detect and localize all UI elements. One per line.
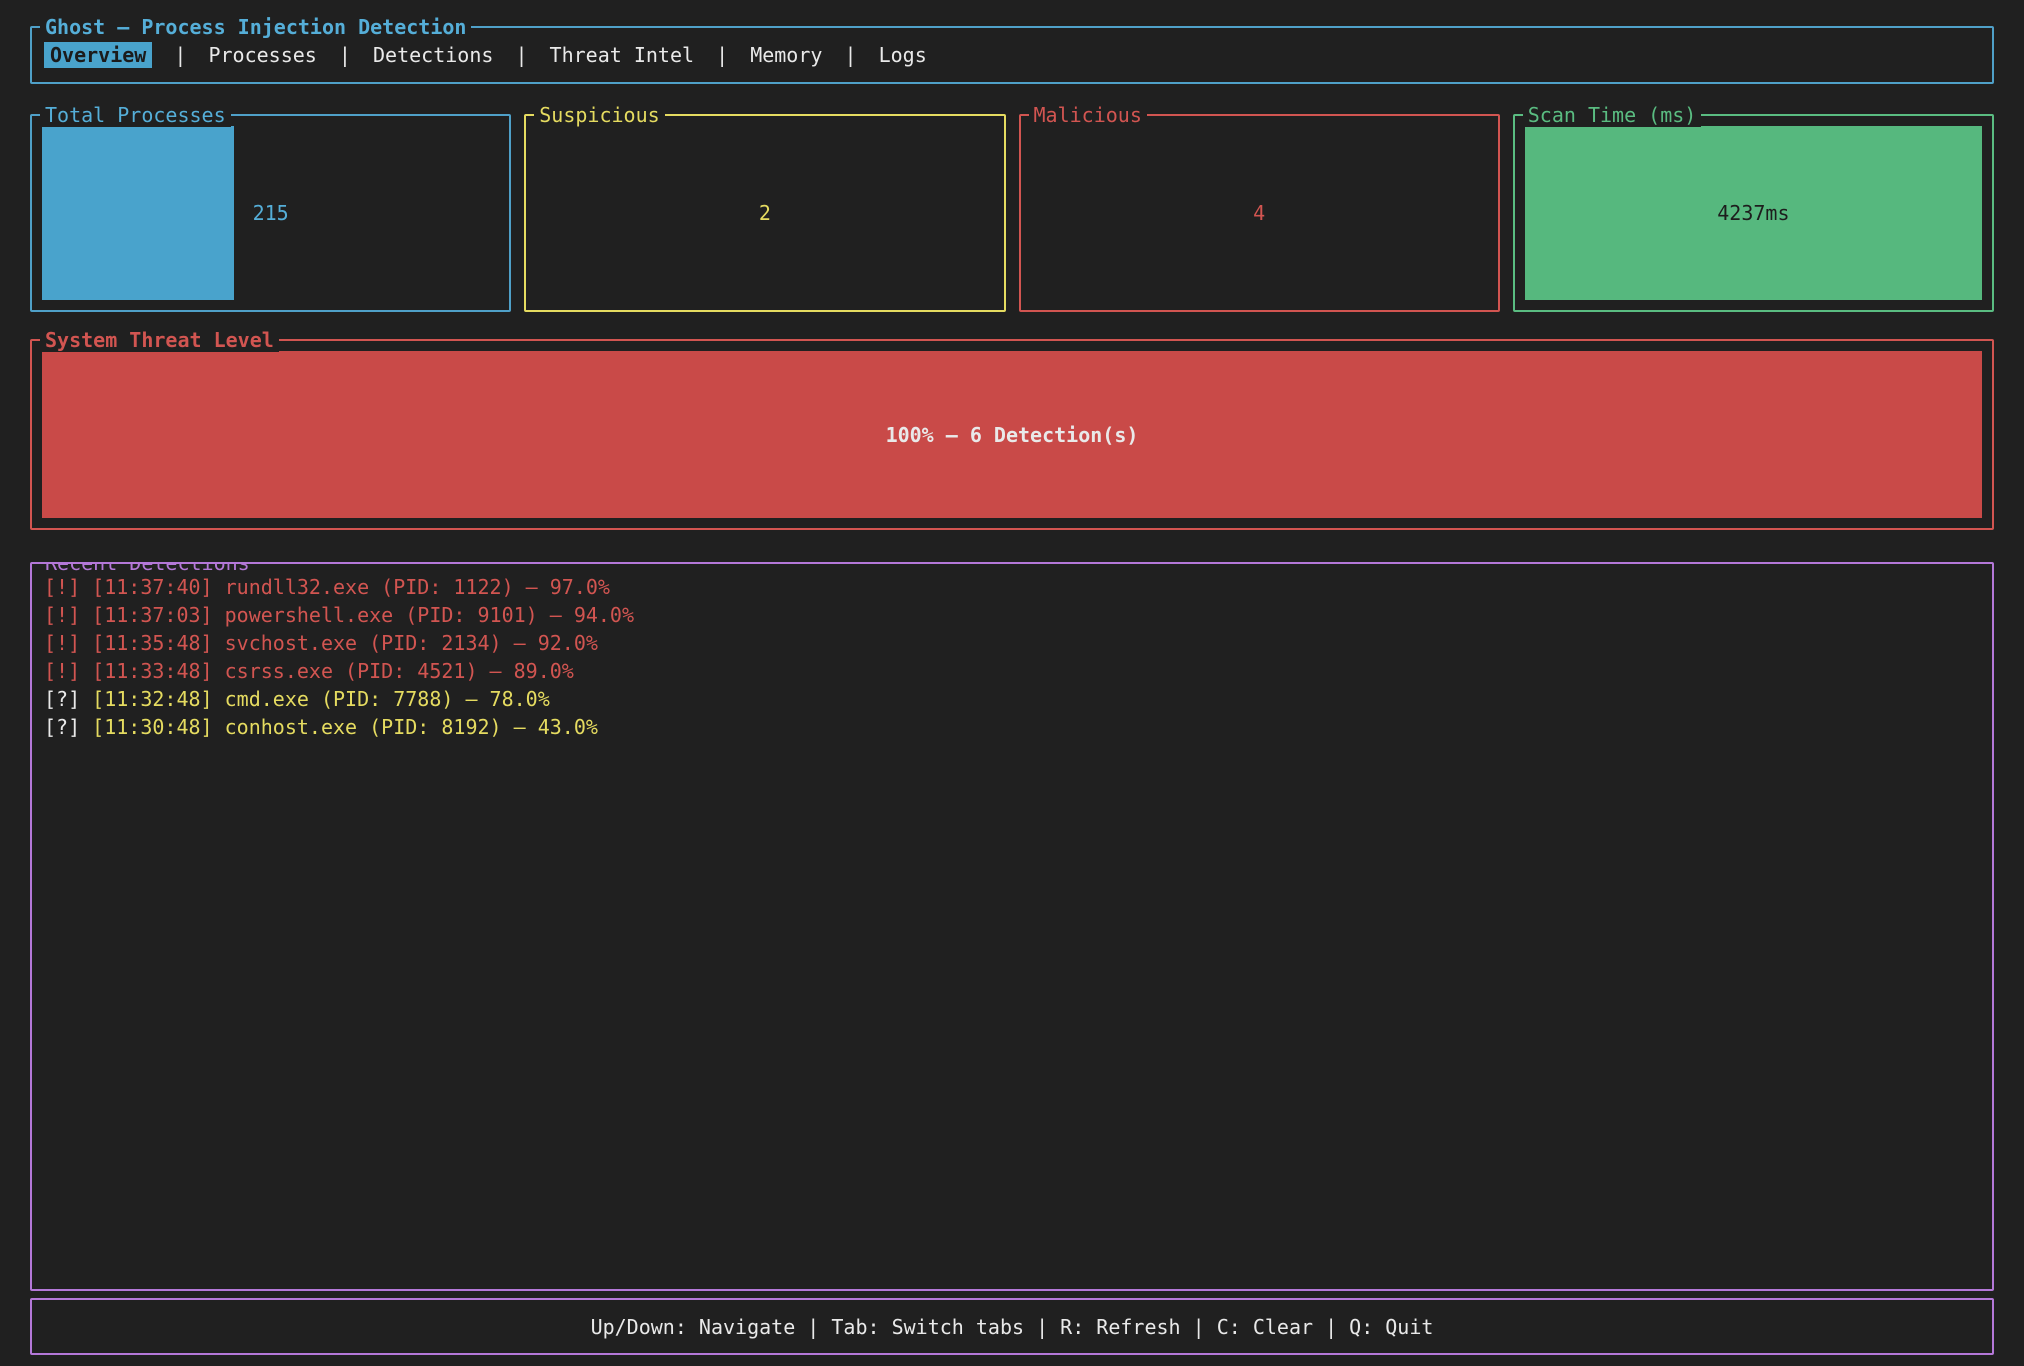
suspicious-gauge: 2: [536, 126, 993, 300]
tab-separator: |: [844, 43, 856, 67]
threat-level-gauge: 100% — 6 Detection(s): [42, 351, 1982, 518]
detection-row: [!] [11:35:48] svchost.exe (PID: 2134) —…: [44, 629, 1980, 657]
tab-separator: |: [515, 43, 527, 67]
severity-badge: [?]: [44, 687, 80, 711]
tabs-panel: Ghost — Process Injection Detection Over…: [30, 26, 1994, 84]
detection-row: [?] [11:32:48] cmd.exe (PID: 7788) — 78.…: [44, 685, 1980, 713]
stat-scan-time: Scan Time (ms) 4237ms: [1513, 114, 1994, 312]
stat-scan-time-title: Scan Time (ms): [1523, 103, 1702, 127]
threat-level-title: System Threat Level: [40, 328, 279, 352]
detection-row: [!] [11:33:48] csrss.exe (PID: 4521) — 8…: [44, 657, 1980, 685]
detection-text: [11:33:48] csrss.exe (PID: 4521) — 89.0%: [92, 659, 574, 683]
detections-list: [!] [11:37:40] rundll32.exe (PID: 1122) …: [32, 564, 1992, 750]
tab-overview[interactable]: Overview: [44, 42, 152, 68]
tab-threat-intel[interactable]: Threat Intel: [550, 43, 695, 67]
recent-detections-panel: Recent Detections [!] [11:37:40] rundll3…: [30, 562, 1994, 1291]
tab-separator: |: [339, 43, 351, 67]
tab-processes[interactable]: Processes: [208, 43, 316, 67]
stat-total-processes-title: Total Processes: [40, 103, 231, 127]
total-processes-value: 215: [253, 201, 289, 225]
threat-level-panel: System Threat Level 100% — 6 Detection(s…: [30, 339, 1994, 530]
stats-row: Total Processes 215 Suspicious 2 Malicio…: [30, 114, 1994, 312]
severity-badge: [!]: [44, 575, 80, 599]
tab-separator: |: [174, 43, 186, 67]
malicious-value: 4: [1253, 201, 1265, 225]
stat-malicious-title: Malicious: [1029, 103, 1147, 127]
stat-malicious: Malicious 4: [1019, 114, 1500, 312]
detection-text: [11:32:48] cmd.exe (PID: 7788) — 78.0%: [92, 687, 550, 711]
detection-text: [11:37:40] rundll32.exe (PID: 1122) — 97…: [92, 575, 610, 599]
severity-badge: [!]: [44, 631, 80, 655]
tab-memory[interactable]: Memory: [750, 43, 822, 67]
tab-detections[interactable]: Detections: [373, 43, 493, 67]
detection-text: [11:35:48] svchost.exe (PID: 2134) — 92.…: [92, 631, 598, 655]
stat-total-processes: Total Processes 215: [30, 114, 511, 312]
suspicious-value: 2: [759, 201, 771, 225]
tab-bar: Overview | Processes | Detections | Thre…: [44, 43, 927, 67]
severity-badge: [?]: [44, 715, 80, 739]
severity-badge: [!]: [44, 603, 80, 627]
help-bar: Up/Down: Navigate | Tab: Switch tabs | R…: [30, 1298, 1994, 1355]
detection-row: [?] [11:30:48] conhost.exe (PID: 8192) —…: [44, 713, 1980, 741]
severity-badge: [!]: [44, 659, 80, 683]
threat-level-value: 100% — 6 Detection(s): [886, 423, 1139, 447]
tab-separator: |: [716, 43, 728, 67]
malicious-gauge: 4: [1031, 126, 1488, 300]
scan-time-value: 4237ms: [1717, 201, 1789, 225]
detection-text: [11:30:48] conhost.exe (PID: 8192) — 43.…: [92, 715, 598, 739]
detection-text: [11:37:03] powershell.exe (PID: 9101) — …: [92, 603, 634, 627]
stat-suspicious-title: Suspicious: [534, 103, 664, 127]
stat-suspicious: Suspicious 2: [524, 114, 1005, 312]
help-text: Up/Down: Navigate | Tab: Switch tabs | R…: [591, 1315, 1434, 1339]
scan-time-gauge: 4237ms: [1525, 126, 1982, 300]
detection-row: [!] [11:37:40] rundll32.exe (PID: 1122) …: [44, 573, 1980, 601]
app-root: Ghost — Process Injection Detection Over…: [0, 0, 2024, 1366]
detection-row: [!] [11:37:03] powershell.exe (PID: 9101…: [44, 601, 1980, 629]
tab-logs[interactable]: Logs: [879, 43, 927, 67]
app-title: Ghost — Process Injection Detection: [40, 15, 471, 39]
total-processes-gauge: 215: [42, 126, 499, 300]
total-processes-gauge-fill: [42, 126, 234, 300]
recent-detections-title: Recent Detections: [40, 562, 255, 575]
